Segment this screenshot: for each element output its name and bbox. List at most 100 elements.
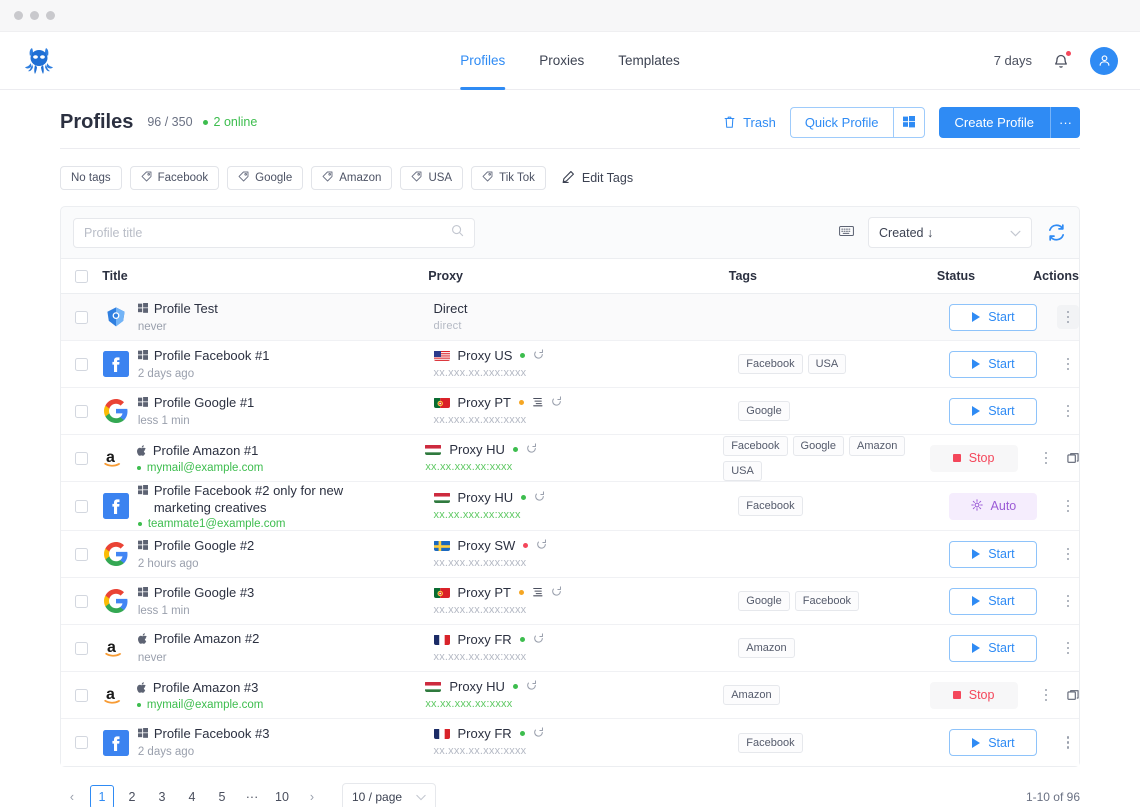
row-more-button[interactable]	[1035, 446, 1057, 470]
tag-filter-google[interactable]: Google	[227, 166, 304, 190]
row-checkbox[interactable]	[75, 594, 89, 608]
tag-filter-no-tags[interactable]: No tags	[60, 166, 122, 190]
table-row[interactable]: Profile Google #2 2 hours ago Proxy SW x…	[61, 531, 1079, 578]
status-button[interactable]: Start	[949, 397, 1038, 425]
row-more-button[interactable]	[1057, 399, 1079, 423]
pagination-next[interactable]: ›	[300, 785, 324, 807]
proxy-refresh-icon[interactable]	[533, 726, 544, 741]
open-window-icon[interactable]	[1067, 452, 1079, 464]
profile-name[interactable]: Profile Test	[154, 300, 218, 317]
edit-tags-button[interactable]: Edit Tags	[562, 170, 633, 186]
table-row[interactable]: a Profile Amazon #1 mymail@example.com P…	[61, 435, 1079, 482]
proxy-refresh-icon[interactable]	[526, 442, 537, 457]
row-tag[interactable]: Google	[738, 591, 790, 611]
row-tag[interactable]: USA	[723, 460, 762, 481]
proxy-refresh-icon[interactable]	[526, 679, 537, 694]
open-window-icon[interactable]	[1067, 689, 1079, 701]
proxy-name[interactable]: Proxy PT	[458, 395, 511, 410]
table-row[interactable]: Profile Test never Direct direct Start	[61, 294, 1079, 341]
proxy-refresh-icon[interactable]	[534, 490, 545, 505]
proxy-refresh-icon[interactable]	[551, 585, 562, 600]
proxy-name[interactable]: Proxy FR	[458, 726, 512, 741]
maximize-dot[interactable]	[46, 11, 55, 20]
table-row[interactable]: Profile Facebook #2 only for new marketi…	[61, 482, 1079, 531]
row-tag[interactable]: Google	[738, 401, 790, 421]
status-button[interactable]: Start	[949, 729, 1038, 756]
row-checkbox[interactable]	[75, 357, 89, 371]
proxy-refresh-icon[interactable]	[533, 632, 544, 647]
close-dot[interactable]	[14, 11, 23, 20]
proxy-name[interactable]: Proxy HU	[458, 490, 514, 505]
proxy-name[interactable]: Proxy SW	[458, 538, 516, 553]
row-tag[interactable]: USA	[807, 354, 847, 374]
status-button[interactable]: Start	[949, 587, 1038, 615]
proxy-name[interactable]: Proxy HU	[449, 442, 505, 457]
days-label[interactable]: 7 days	[994, 53, 1032, 68]
proxy-refresh-icon[interactable]	[533, 348, 544, 363]
proxy-refresh-icon[interactable]	[536, 538, 547, 553]
row-more-button[interactable]	[1057, 589, 1079, 613]
table-row[interactable]: Profile Google #3 less 1 min Proxy PT xx…	[61, 578, 1079, 625]
row-tag[interactable]: Amazon	[849, 435, 906, 456]
status-button[interactable]: Auto	[949, 492, 1038, 520]
status-button[interactable]: Stop	[929, 444, 1018, 472]
octopus-logo[interactable]	[22, 44, 56, 78]
table-row[interactable]: Profile Facebook #1 2 days ago Proxy US …	[61, 341, 1079, 388]
proxy-name[interactable]: Proxy HU	[449, 679, 505, 694]
row-checkbox[interactable]	[74, 688, 88, 702]
table-row[interactable]: Profile Facebook #3 2 days ago Proxy FR …	[61, 719, 1079, 766]
proxy-filter-icon[interactable]	[532, 395, 543, 410]
create-profile-more-button[interactable]: ···	[1050, 106, 1080, 138]
profile-name[interactable]: Profile Amazon #2	[154, 630, 260, 647]
row-tag[interactable]: Google	[792, 435, 844, 456]
row-checkbox[interactable]	[75, 310, 89, 324]
refresh-icon[interactable]	[1046, 222, 1067, 243]
tab-profiles[interactable]: Profiles	[460, 32, 506, 90]
row-checkbox[interactable]	[75, 404, 89, 418]
status-button[interactable]: Start	[949, 540, 1038, 568]
row-more-button[interactable]	[1057, 352, 1079, 376]
profile-name[interactable]: Profile Amazon #3	[153, 679, 259, 696]
sort-select[interactable]: Created ↓	[868, 217, 1032, 248]
pagination-page-current[interactable]: 1	[90, 785, 114, 807]
create-profile-button[interactable]: Create Profile	[938, 106, 1050, 138]
row-tag[interactable]: Facebook	[794, 591, 860, 611]
proxy-name[interactable]: Direct	[434, 301, 468, 316]
pagination-page[interactable]: ···	[240, 785, 264, 807]
profile-name[interactable]: Profile Google #1	[154, 394, 254, 411]
profile-name[interactable]: Profile Facebook #1	[154, 347, 270, 364]
profile-name[interactable]: Profile Google #3	[154, 584, 254, 601]
user-avatar-icon[interactable]	[1090, 46, 1118, 75]
proxy-filter-icon[interactable]	[532, 585, 543, 600]
tab-templates[interactable]: Templates	[618, 32, 680, 90]
row-tag[interactable]: Facebook	[723, 435, 788, 456]
row-tag[interactable]: Facebook	[738, 354, 803, 374]
table-row[interactable]: a Profile Amazon #2 never Proxy FR xx.xx…	[61, 625, 1079, 672]
tag-filter-tik-tok[interactable]: Tik Tok	[471, 166, 546, 190]
pagination-page[interactable]: 2	[120, 785, 144, 807]
row-checkbox[interactable]	[75, 736, 89, 749]
row-more-button[interactable]	[1057, 305, 1079, 329]
row-more-button[interactable]	[1057, 542, 1079, 566]
row-checkbox[interactable]	[75, 499, 89, 513]
status-button[interactable]: Start	[949, 350, 1038, 378]
row-tag[interactable]: Amazon	[723, 685, 780, 705]
row-tag[interactable]: Facebook	[738, 496, 803, 516]
status-button[interactable]: Start	[949, 634, 1038, 662]
search-input[interactable]	[84, 225, 451, 240]
proxy-name[interactable]: Proxy FR	[458, 632, 512, 647]
table-row[interactable]: a Profile Amazon #3 mymail@example.com P…	[61, 672, 1079, 719]
row-checkbox[interactable]	[75, 641, 89, 655]
profile-name[interactable]: Profile Amazon #1	[153, 442, 259, 459]
profile-name[interactable]: Profile Facebook #3	[154, 725, 270, 742]
row-more-button[interactable]	[1057, 494, 1079, 518]
row-more-button[interactable]	[1057, 731, 1079, 755]
status-button[interactable]: Start	[949, 303, 1038, 331]
row-tag[interactable]: Amazon	[738, 638, 795, 658]
profile-name[interactable]: Profile Google #2	[154, 537, 254, 554]
pagination-page[interactable]: 5	[210, 785, 234, 807]
proxy-name[interactable]: Proxy PT	[458, 585, 511, 600]
proxy-name[interactable]: Proxy US	[458, 348, 513, 363]
minimize-dot[interactable]	[30, 11, 39, 20]
pagination-prev[interactable]: ‹	[60, 785, 84, 807]
